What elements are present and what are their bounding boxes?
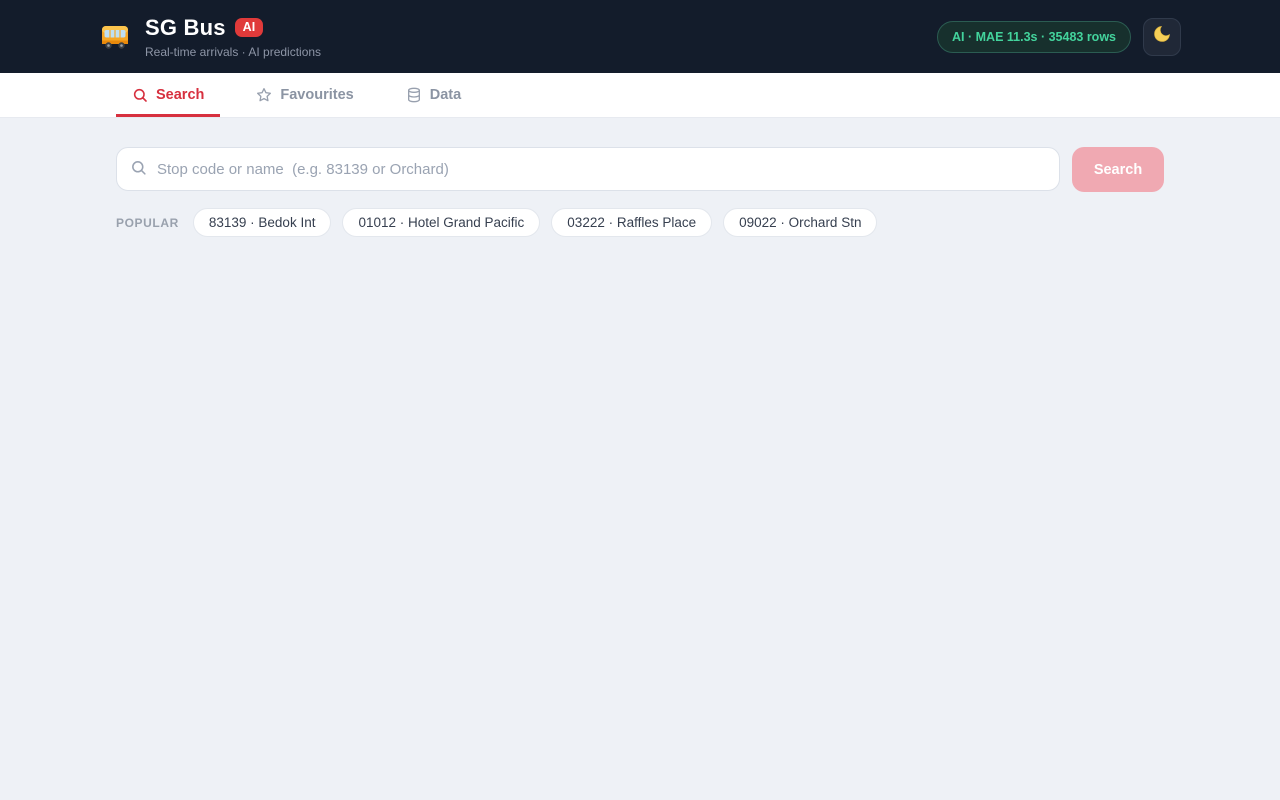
app-title: SG Bus bbox=[145, 15, 226, 41]
brand: SG Bus AI Real-time arrivals · AI predic… bbox=[99, 15, 321, 59]
theme-toggle-button[interactable] bbox=[1143, 18, 1181, 56]
popular-chip[interactable]: 03222 · Raffles Place bbox=[551, 208, 712, 237]
tab-data-label: Data bbox=[430, 87, 461, 103]
database-icon bbox=[406, 87, 422, 103]
stop-search-input[interactable] bbox=[116, 147, 1060, 191]
popular-chip[interactable]: 09022 · Orchard Stn bbox=[723, 208, 877, 237]
tab-favourites-label: Favourites bbox=[280, 87, 353, 103]
tab-data[interactable]: Data bbox=[390, 73, 477, 117]
app-subtitle: Real-time arrivals · AI predictions bbox=[145, 45, 321, 59]
app-header: SG Bus AI Real-time arrivals · AI predic… bbox=[0, 0, 1280, 73]
search-input-icon bbox=[130, 159, 147, 181]
tab-favourites[interactable]: Favourites bbox=[240, 73, 369, 117]
ai-badge: AI bbox=[235, 18, 264, 37]
moon-icon bbox=[1152, 24, 1172, 49]
tab-search-label: Search bbox=[156, 87, 204, 103]
popular-chip[interactable]: 83139 · Bedok Int bbox=[193, 208, 332, 237]
star-icon bbox=[256, 87, 272, 103]
popular-chip[interactable]: 01012 · Hotel Grand Pacific bbox=[342, 208, 540, 237]
tab-search[interactable]: Search bbox=[116, 73, 220, 117]
search-icon bbox=[132, 87, 148, 103]
tab-bar: Search Favourites Data bbox=[0, 73, 1280, 118]
bus-icon bbox=[99, 21, 131, 53]
model-stats-badge: AI · MAE 11.3s · 35483 rows bbox=[937, 21, 1131, 53]
popular-label: POPULAR bbox=[116, 216, 179, 230]
popular-stops-row: POPULAR 83139 · Bedok Int 01012 · Hotel … bbox=[116, 208, 1164, 237]
search-button[interactable]: Search bbox=[1072, 147, 1164, 192]
